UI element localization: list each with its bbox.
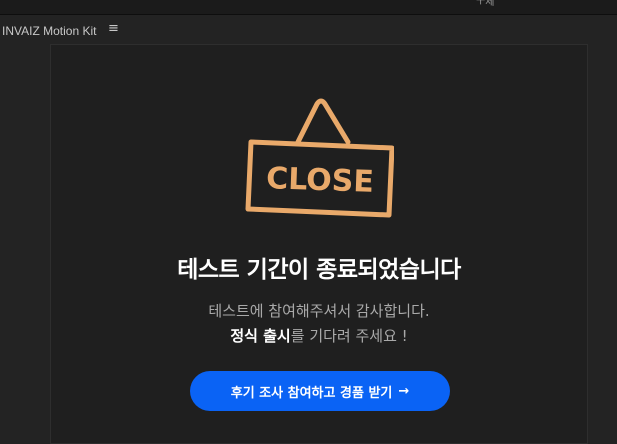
panel-title: INVAIZ Motion Kit — [2, 24, 97, 38]
close-sign-text: CLOSE — [266, 161, 375, 200]
launch-message-strong: 정식 출시 — [230, 327, 291, 345]
page-title: 테스트 기간이 종료되었습니다 — [177, 257, 461, 283]
survey-button[interactable]: 후기 조사 참여하고 경품 받기 → — [190, 371, 450, 411]
panel-header: INVAIZ Motion Kit ≡ — [0, 15, 617, 42]
thank-you-message: 테스트에 참여해주셔서 감사합니다. — [208, 302, 430, 320]
close-sign-icon: CLOSE — [245, 98, 394, 218]
launch-message: 정식 출시를 기다려 주세요 ! — [50, 325, 588, 346]
survey-button-label: 후기 조사 참여하고 경품 받기 — [230, 385, 393, 401]
panel-menu-icon[interactable]: ≡ — [108, 21, 119, 36]
arrow-right-icon: → — [398, 383, 410, 399]
topbar-fragment-text: ㅜ제 — [476, 0, 495, 8]
launch-message-rest: 를 기다려 주세요 ! — [290, 327, 408, 345]
app-top-bar: ㅜ제 — [0, 0, 617, 15]
